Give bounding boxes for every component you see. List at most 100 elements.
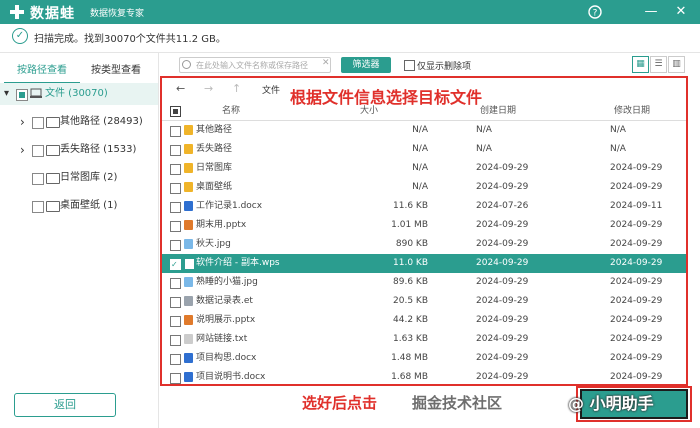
tab-by-path[interactable]: 按路径查看 [4, 61, 80, 84]
file-name: 项目说明书.docx [196, 372, 266, 382]
tree-item-other-path[interactable]: › 其他路径 (28493) [0, 111, 158, 133]
folder-icon [46, 173, 60, 184]
file-modified: 2024-09-29 [610, 296, 663, 306]
row-checkbox[interactable] [170, 255, 181, 274]
row-checkbox[interactable] [170, 240, 181, 251]
watermark-author: @ 小明助手 [568, 394, 654, 413]
file-modified: N/A [610, 144, 626, 154]
col-created[interactable]: 创建日期 [480, 102, 516, 120]
table-row[interactable]: 网站链接.txt 1.63 KB 2024-09-29 2024-09-29 [162, 330, 686, 349]
table-row[interactable]: 数据记录表.et 20.5 KB 2024-09-29 2024-09-29 [162, 292, 686, 311]
filter-button[interactable]: 筛选器 [341, 57, 391, 73]
row-checkbox[interactable] [170, 373, 181, 384]
grid-view-icon[interactable]: ▦ [632, 56, 649, 73]
back-button[interactable]: 返回 [14, 393, 116, 417]
file-size: 1.48 MB [391, 353, 428, 363]
tree-item-wallpaper[interactable]: 桌面壁纸 (1) [0, 195, 158, 217]
row-checkbox[interactable] [170, 183, 181, 194]
row-checkbox[interactable] [170, 145, 181, 156]
row-checkbox[interactable] [170, 354, 181, 365]
file-size: N/A [412, 163, 428, 173]
file-created: 2024-09-29 [476, 353, 529, 363]
left-panel: 按路径查看 按类型查看 ▾ 文件 (30070) › 其他路径 (28493) … [0, 53, 159, 428]
file-name: 工作记录1.docx [196, 201, 263, 211]
word-icon [184, 372, 193, 382]
only-deleted-checkbox[interactable] [404, 60, 415, 71]
table-row[interactable]: 熟睡的小猫.jpg 89.6 KB 2024-09-29 2024-09-29 [162, 273, 686, 292]
row-checkbox[interactable] [170, 164, 181, 175]
chevron-right-icon[interactable]: › [20, 111, 25, 133]
tab-by-type[interactable]: 按类型查看 [78, 61, 154, 82]
word-icon [184, 201, 193, 211]
file-modified: N/A [610, 125, 626, 135]
tree-checkbox[interactable] [16, 89, 28, 101]
tree-item-files[interactable]: ▾ 文件 (30070) [0, 83, 158, 105]
tree-checkbox[interactable] [32, 173, 44, 185]
row-checkbox[interactable] [170, 126, 181, 137]
table-row[interactable]: 软件介绍 - 副本.wps 11.0 KB 2024-09-29 2024-09-29 [162, 254, 686, 274]
table-row[interactable]: 秋天.jpg 890 KB 2024-09-29 2024-09-29 [162, 235, 686, 254]
row-checkbox[interactable] [170, 316, 181, 327]
row-checkbox[interactable] [170, 221, 181, 232]
scan-complete-icon: ✓ [12, 28, 28, 44]
clear-icon[interactable]: ✕ [322, 58, 330, 68]
file-modified: 2024-09-29 [610, 163, 663, 173]
chevron-down-icon[interactable]: ▾ [4, 83, 9, 105]
table-row[interactable]: 日常图库 N/A 2024-09-29 2024-09-29 [162, 159, 686, 178]
minimize-icon[interactable]: — [642, 3, 660, 21]
svg-text:?: ? [593, 9, 598, 19]
select-all-checkbox[interactable] [170, 106, 181, 117]
file-created: 2024-09-29 [476, 334, 529, 344]
back-arrow-icon[interactable]: ← [176, 82, 185, 95]
file-created: 2024-09-29 [476, 182, 529, 192]
up-arrow-icon[interactable]: ↑ [232, 82, 241, 95]
help-icon[interactable]: ? [586, 3, 604, 21]
table-row[interactable]: 项目构思.docx 1.48 MB 2024-09-29 2024-09-29 [162, 349, 686, 368]
tree-checkbox[interactable] [32, 201, 44, 213]
file-modified: 2024-09-29 [610, 315, 663, 325]
file-created: 2024-09-29 [476, 258, 529, 268]
file-created: 2024-09-29 [476, 163, 529, 173]
row-checkbox[interactable] [170, 202, 181, 213]
file-size: 20.5 KB [393, 296, 428, 306]
file-modified: 2024-09-29 [610, 372, 663, 382]
row-checkbox[interactable] [170, 297, 181, 308]
scan-status: 扫描完成。找到30070个文件共11.2 GB。 [34, 34, 226, 45]
file-modified: 2024-09-29 [610, 334, 663, 344]
table-row[interactable]: 项目说明书.docx 1.68 MB 2024-09-29 2024-09-29 [162, 368, 686, 384]
file-modified: 2024-09-29 [610, 277, 663, 287]
table-row[interactable]: 工作记录1.docx 11.6 KB 2024-07-26 2024-09-11 [162, 197, 686, 216]
detail-view-icon[interactable]: ▥ [668, 56, 685, 73]
file-modified: 2024-09-29 [610, 353, 663, 363]
file-size: N/A [412, 125, 428, 135]
file-created: 2024-07-26 [476, 201, 529, 211]
table-row[interactable]: 说明展示.pptx 44.2 KB 2024-09-29 2024-09-29 [162, 311, 686, 330]
list-view-icon[interactable]: ☰ [650, 56, 667, 73]
tree-checkbox[interactable] [32, 117, 44, 129]
text-icon [184, 334, 193, 344]
search-input[interactable]: 在此处输入文件名称或保存路径 [179, 57, 331, 73]
tree-item-lost-path[interactable]: › 丢失路径 (1533) [0, 139, 158, 161]
breadcrumb[interactable]: 文件 [262, 83, 280, 96]
folder-icon [46, 145, 60, 156]
tree-label: 其他路径 (28493) [60, 116, 143, 127]
col-name[interactable]: 名称 [222, 102, 240, 120]
col-modified[interactable]: 修改日期 [614, 102, 650, 120]
table-row[interactable]: 丢失路径 N/A N/A N/A [162, 140, 686, 159]
file-created: 2024-09-29 [476, 239, 529, 249]
chevron-right-icon[interactable]: › [20, 139, 25, 161]
app-logo-icon [10, 5, 24, 19]
close-icon[interactable]: ✕ [672, 3, 690, 21]
file-size: 1.01 MB [391, 220, 428, 230]
row-checkbox[interactable] [170, 278, 181, 289]
table-row[interactable]: 其他路径 N/A N/A N/A [162, 121, 686, 140]
ppt-icon [184, 220, 193, 230]
tree-item-daily-gallery[interactable]: 日常图库 (2) [0, 167, 158, 189]
forward-arrow-icon[interactable]: → [204, 82, 213, 95]
table-row[interactable]: 期末用.pptx 1.01 MB 2024-09-29 2024-09-29 [162, 216, 686, 235]
row-checkbox[interactable] [170, 335, 181, 346]
table-row[interactable]: 桌面壁纸 N/A 2024-09-29 2024-09-29 [162, 178, 686, 197]
tree-checkbox[interactable] [32, 145, 44, 157]
file-name: 日常图库 [196, 163, 233, 173]
file-modified: 2024-09-29 [610, 239, 663, 249]
